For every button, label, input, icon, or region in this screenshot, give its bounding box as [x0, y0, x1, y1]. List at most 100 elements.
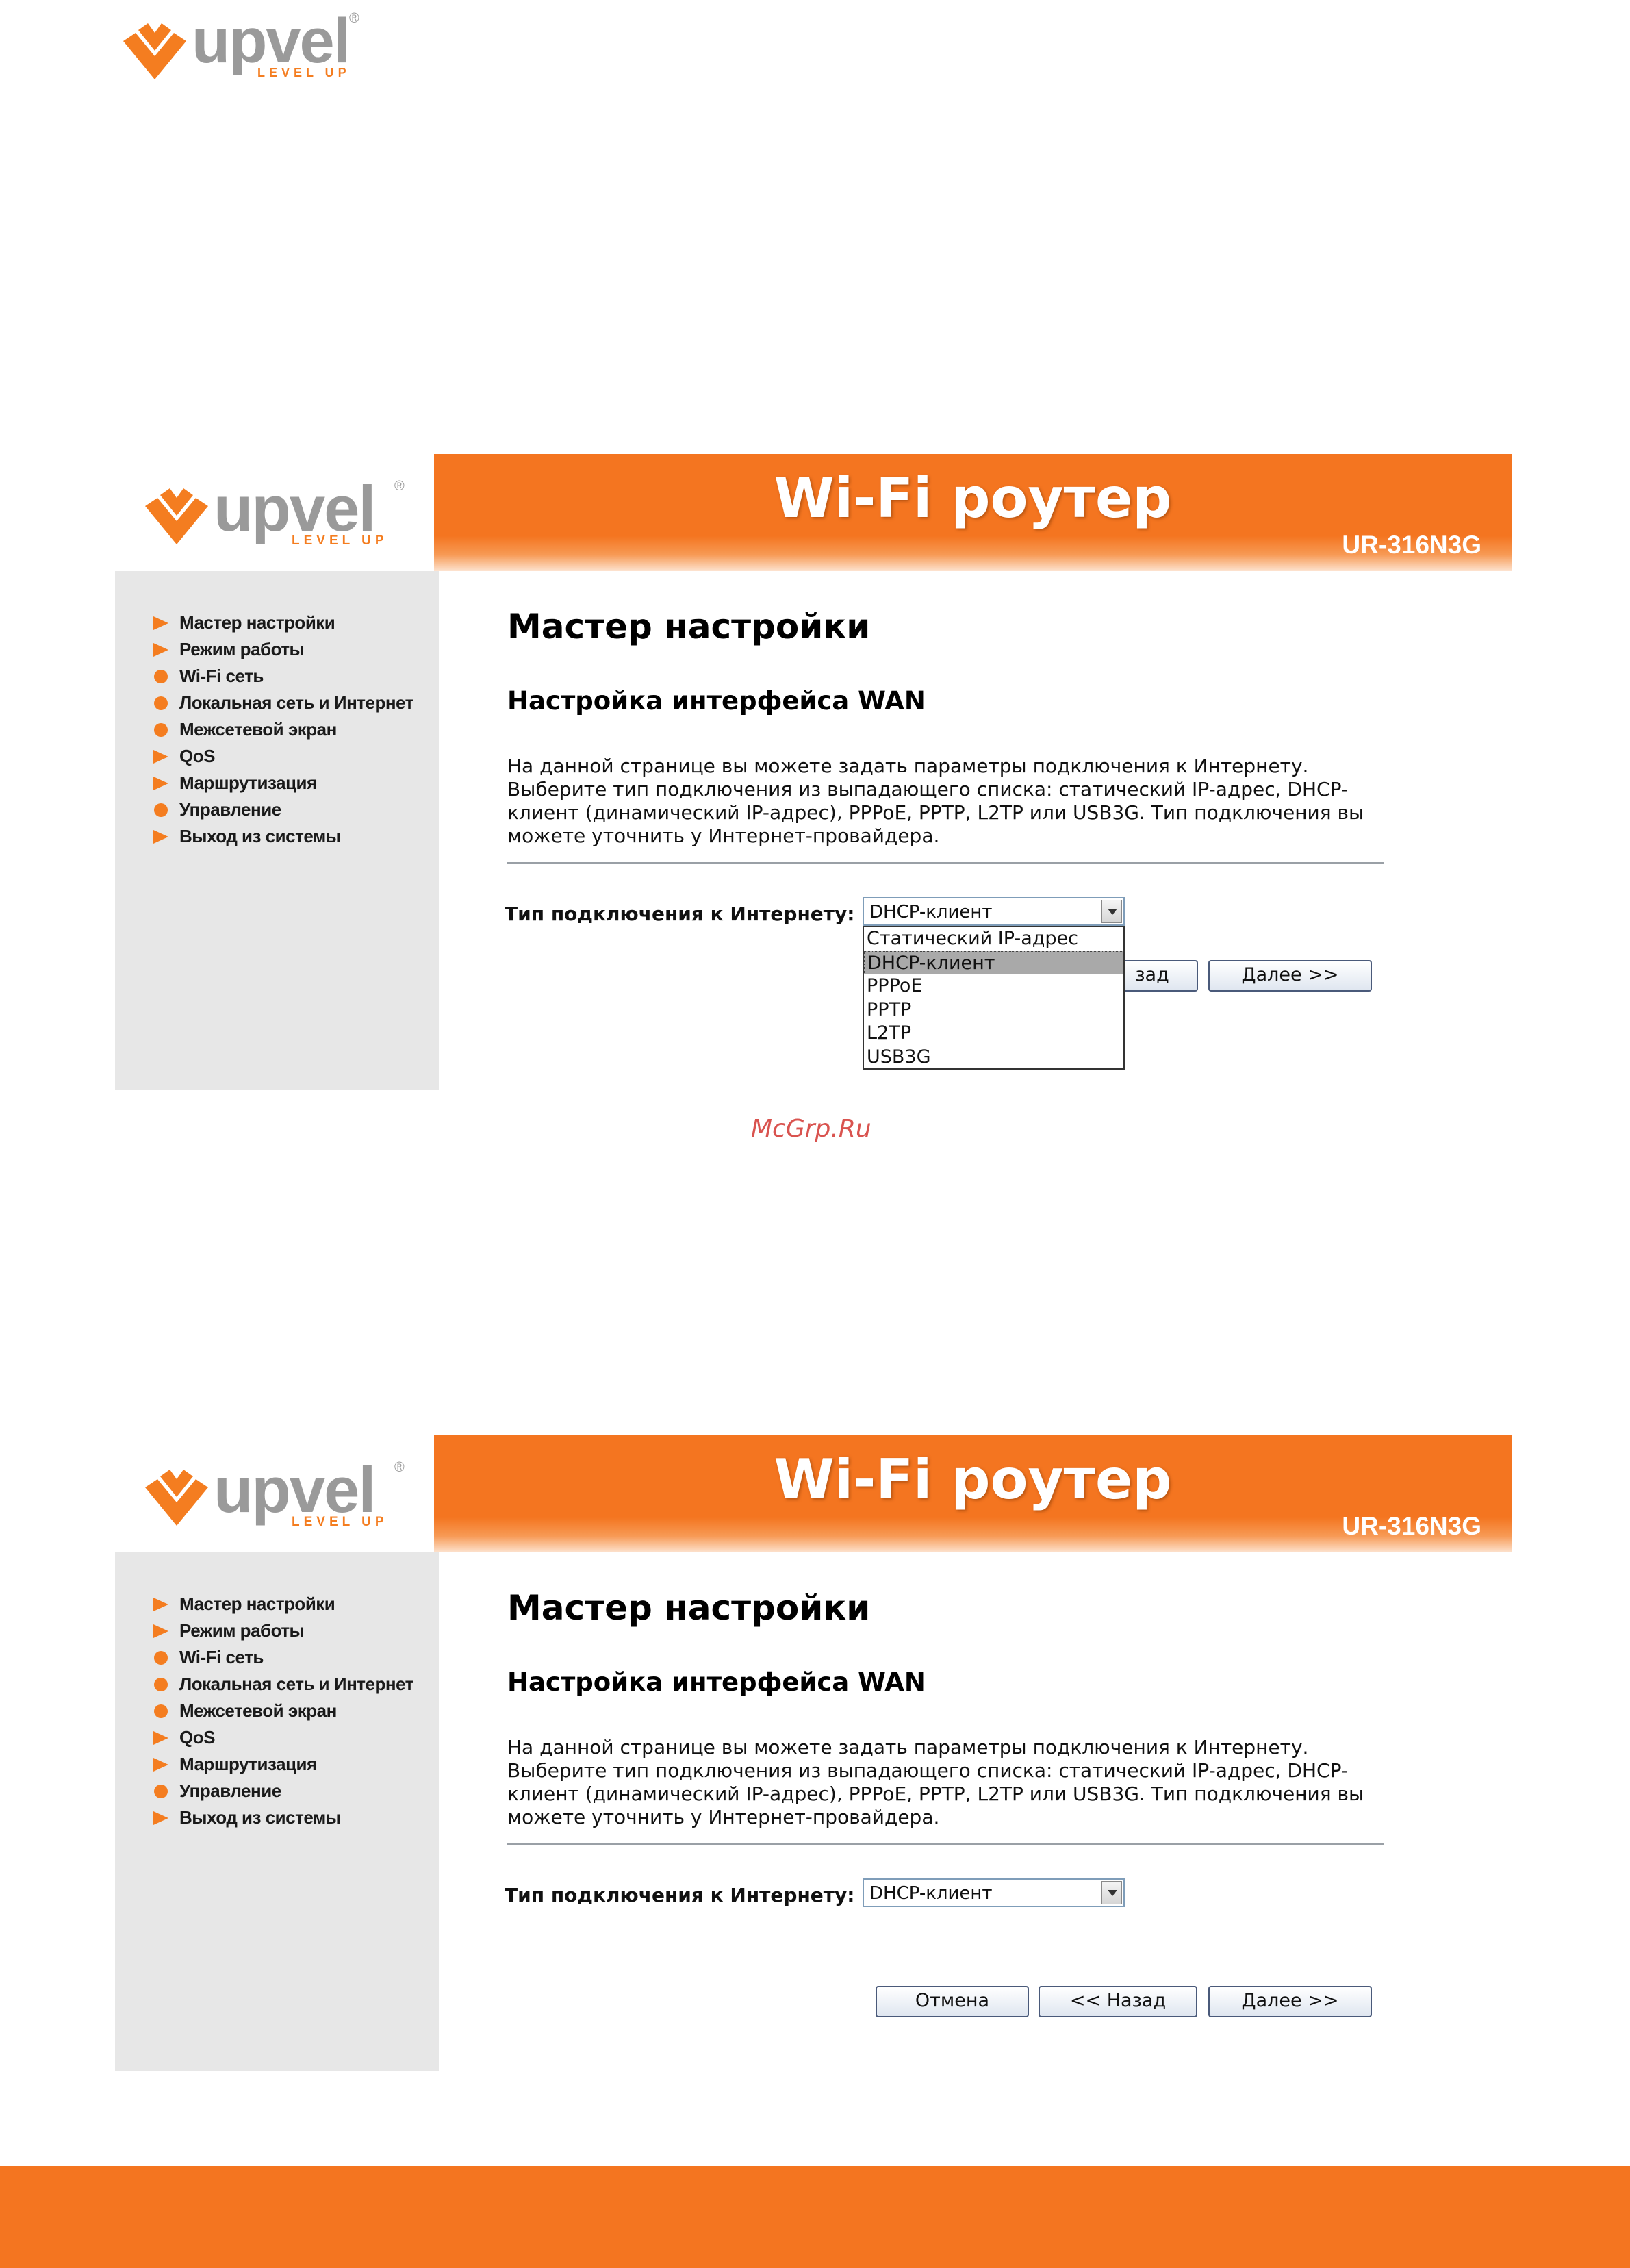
banner-title: Wi-Fi роутер	[774, 466, 1172, 530]
sidebar-item-label: QoS	[179, 1727, 215, 1748]
sidebar-item-label: Выход из системы	[179, 826, 341, 846]
dropdown-option[interactable]: PPPoE	[864, 974, 1123, 998]
divider	[507, 1843, 1384, 1845]
sidebar-item-qos[interactable]: QoS	[153, 1724, 413, 1751]
arrow-right-icon	[153, 1757, 168, 1772]
section-title: Настройка интерфейса WAN	[507, 686, 926, 716]
sidebar: Мастер настройки Режим работы Wi-Fi сеть…	[115, 571, 439, 1090]
sidebar-item-wifi[interactable]: Wi-Fi сеть	[153, 663, 413, 690]
sidebar-item-label: Маршрутизация	[179, 772, 317, 793]
sidebar-item-label: Управление	[179, 1780, 281, 1801]
arrow-right-icon	[153, 616, 168, 630]
chevron-down-icon[interactable]	[1101, 1881, 1122, 1904]
description-line: Выберите тип подключения из выпадающего …	[507, 1759, 1348, 1782]
logo-tagline: LEVEL UP	[257, 66, 351, 79]
arrow-right-icon	[153, 1730, 168, 1745]
sidebar-item-mode[interactable]: Режим работы	[153, 636, 413, 663]
section-title: Настройка интерфейса WAN	[507, 1667, 926, 1697]
sidebar-item-logout[interactable]: Выход из системы	[153, 1804, 413, 1831]
back-button-label: << Назад	[1069, 1990, 1167, 2011]
logo-registered: ®	[394, 1460, 405, 1475]
header-banner: Wi-Fi роутер UR-316N3G	[434, 454, 1512, 571]
sidebar-item-label: Wi-Fi сеть	[179, 666, 264, 686]
bullet-dot-icon	[154, 669, 168, 683]
next-button-label: Далее >>	[1241, 964, 1339, 985]
description-line: клиент (динамический IP-адрес), PPPoE, P…	[507, 801, 1364, 824]
description-line: можете уточнить у Интернет-провайдера.	[507, 1806, 940, 1828]
next-button[interactable]: Далее >>	[1208, 960, 1372, 992]
sidebar-item-label: Режим работы	[179, 639, 305, 659]
header-logo-area: upvel ® LEVEL UP	[115, 1435, 434, 1552]
select-value: DHCP-клиент	[869, 902, 993, 922]
logo-tagline: LEVEL UP	[292, 1515, 388, 1529]
bullet-dot-icon	[154, 1784, 168, 1798]
sidebar-item-wifi[interactable]: Wi-Fi сеть	[153, 1644, 413, 1671]
sidebar-item-lan-wan[interactable]: Локальная сеть и Интернет	[153, 1671, 413, 1698]
sidebar-item-routing[interactable]: Маршрутизация	[153, 1751, 413, 1778]
arrow-right-icon	[153, 1597, 168, 1611]
connection-type-select[interactable]: DHCP-клиент	[863, 897, 1125, 926]
divider	[507, 862, 1384, 864]
sidebar-item-firewall[interactable]: Межсетевой экран	[153, 716, 413, 743]
description-line: На данной странице вы можете задать пара…	[507, 1736, 1309, 1759]
cancel-button[interactable]: Отмена	[876, 1986, 1029, 2017]
back-button-label: зад	[1135, 964, 1169, 985]
upvel-logo-icon	[145, 1470, 208, 1526]
sidebar-item-label: Режим работы	[179, 1620, 305, 1641]
arrow-right-icon	[153, 1624, 168, 1638]
arrow-right-icon	[153, 1811, 168, 1825]
sidebar-item-routing[interactable]: Маршрутизация	[153, 770, 413, 796]
dropdown-option-selected[interactable]: DHCP-клиент	[864, 950, 1123, 974]
arrow-right-icon	[153, 776, 168, 790]
header-logo-area: upvel ® LEVEL UP	[115, 454, 434, 571]
dropdown-option[interactable]: PPTP	[864, 998, 1123, 1022]
description-line: Выберите тип подключения из выпадающего …	[507, 778, 1348, 801]
sidebar-item-label: Выход из системы	[179, 1807, 341, 1828]
sidebar-item-mode[interactable]: Режим работы	[153, 1617, 413, 1644]
description: На данной странице вы можете задать пара…	[507, 1736, 1397, 1829]
chevron-down-icon[interactable]	[1101, 900, 1122, 923]
watermark: McGrp.Ru	[751, 1115, 871, 1143]
banner-model: UR-316N3G	[1342, 1512, 1481, 1540]
sidebar-item-qos[interactable]: QoS	[153, 743, 413, 770]
arrow-right-icon	[153, 829, 168, 844]
main-content: Мастер настройки Настройка интерфейса WA…	[439, 1552, 1512, 2071]
dropdown-option[interactable]: Статический IP-адрес	[864, 927, 1123, 951]
sidebar-item-lan-wan[interactable]: Локальная сеть и Интернет	[153, 690, 413, 716]
sidebar-item-label: QoS	[179, 746, 215, 766]
dropdown-option[interactable]: L2TP	[864, 1022, 1123, 1046]
logo-registered: ®	[349, 11, 359, 26]
next-button[interactable]: Далее >>	[1208, 1986, 1372, 2017]
sidebar-item-firewall[interactable]: Межсетевой экран	[153, 1698, 413, 1724]
sidebar-item-label: Мастер настройки	[179, 612, 335, 633]
bullet-dot-icon	[154, 1677, 168, 1691]
bullet-dot-icon	[154, 803, 168, 817]
sidebar-item-management[interactable]: Управление	[153, 1778, 413, 1804]
sidebar-item-logout[interactable]: Выход из системы	[153, 823, 413, 850]
logo-registered: ®	[394, 479, 405, 494]
sidebar-item-label: Межсетевой экран	[179, 1700, 337, 1721]
sidebar: Мастер настройки Режим работы Wi-Fi сеть…	[115, 1552, 439, 2071]
banner-model: UR-316N3G	[1342, 531, 1481, 559]
back-button[interactable]: зад	[1113, 960, 1198, 992]
connection-type-dropdown[interactable]: Статический IP-адрес DHCP-клиент PPPoE P…	[863, 926, 1125, 1070]
back-button[interactable]: << Назад	[1039, 1986, 1197, 2017]
connection-type-select[interactable]: DHCP-клиент	[863, 1878, 1125, 1907]
dropdown-option[interactable]: USB3G	[864, 1046, 1123, 1070]
main-content: Мастер настройки Настройка интерфейса WA…	[439, 571, 1512, 1090]
sidebar-item-management[interactable]: Управление	[153, 796, 413, 823]
sidebar-item-label: Маршрутизация	[179, 1754, 317, 1774]
sidebar-item-label: Локальная сеть и Интернет	[179, 692, 413, 713]
connection-type-label: Тип подключения к Интернету:	[505, 903, 855, 925]
sidebar-item-wizard[interactable]: Мастер настройки	[153, 609, 413, 636]
sidebar-menu: Мастер настройки Режим работы Wi-Fi сеть…	[153, 609, 413, 850]
page-title: Мастер настройки	[507, 607, 871, 646]
next-button-label: Далее >>	[1241, 1990, 1339, 2011]
sidebar-item-wizard[interactable]: Мастер настройки	[153, 1591, 413, 1617]
sidebar-menu: Мастер настройки Режим работы Wi-Fi сеть…	[153, 1591, 413, 1831]
cancel-button-label: Отмена	[915, 1990, 990, 2011]
page-title: Мастер настройки	[507, 1588, 871, 1628]
logo-tagline: LEVEL UP	[292, 533, 388, 548]
header-banner: Wi-Fi роутер UR-316N3G	[434, 1435, 1512, 1552]
upvel-logo-icon	[145, 488, 208, 544]
